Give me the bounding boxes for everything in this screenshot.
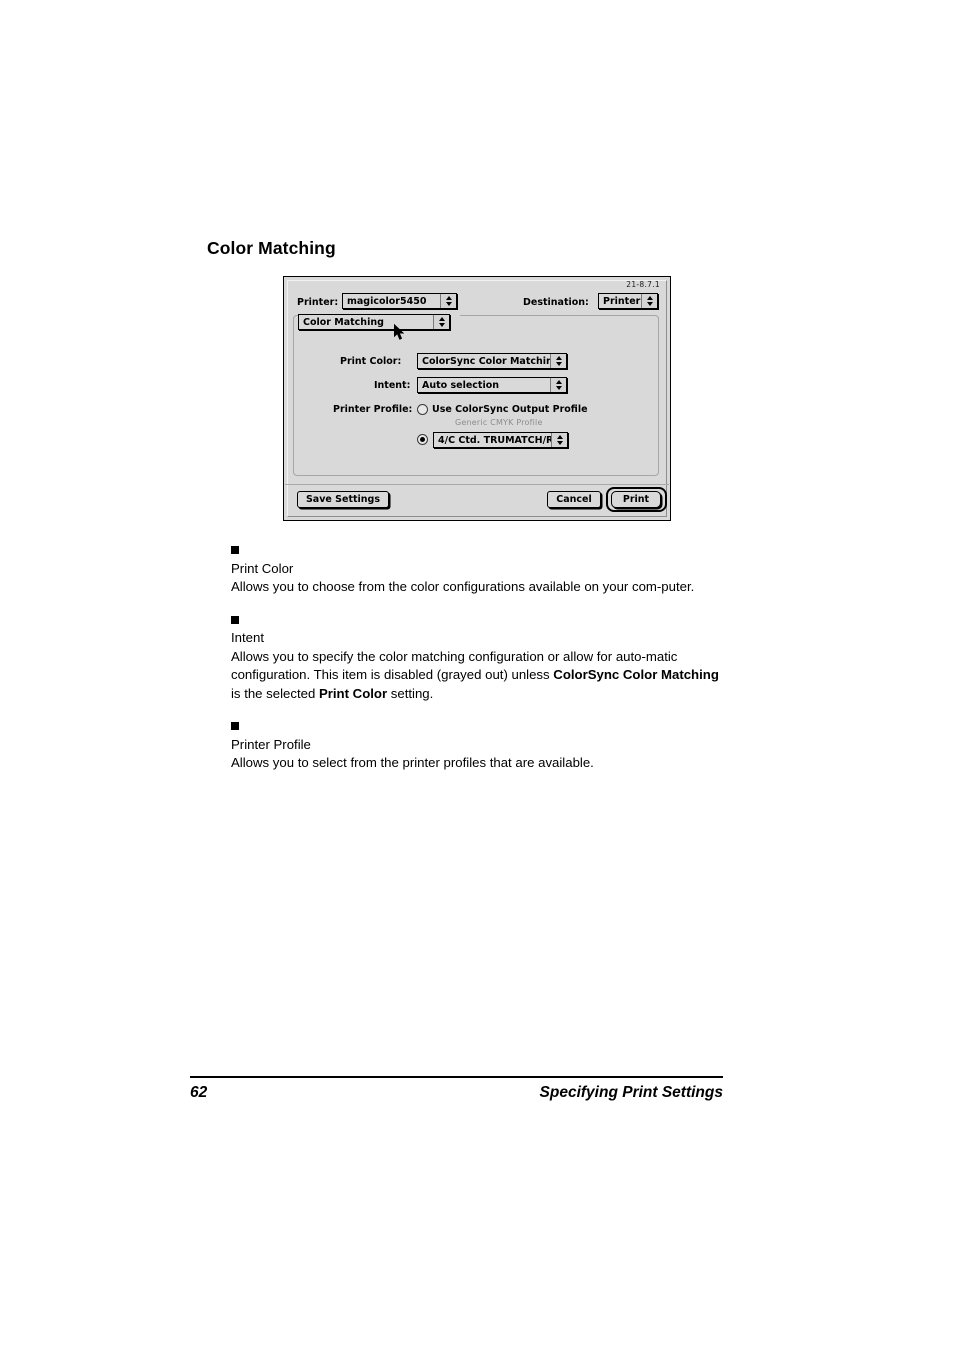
list-item: Intent Allows you to specify the color m… [231,611,731,704]
dialog-version-label: 21-8.7.1 [626,280,660,289]
save-settings-button[interactable]: Save Settings [297,491,389,508]
printer-popup-value: magicolor5450 [347,295,427,307]
description-list: Print Color Allows you to choose from th… [231,541,731,773]
print-color-label: Print Color: [340,356,402,367]
printer-profile-value: 4/C Ctd. TRUMATCH/RIT... [438,434,551,446]
mouse-pointer-icon [393,323,406,342]
page-title: Color Matching [207,238,336,258]
chevron-updown-icon [551,433,567,447]
footer-page-number: 62 [190,1084,208,1101]
list-item-description: Allows you to choose from the color conf… [231,579,695,594]
intent-label: Intent: [374,380,411,391]
list-item-title: Print Color [231,560,294,576]
printer-profile-label: Printer Profile: [333,404,413,415]
chevron-updown-icon [641,294,657,308]
print-button[interactable]: Print [611,491,661,508]
intent-popup[interactable]: Auto selection [417,377,567,393]
printer-profile-popup[interactable]: 4/C Ctd. TRUMATCH/RIT... [433,432,568,448]
chevron-updown-icon [433,315,449,329]
list-item-description: Allows you to select from the printer pr… [231,755,594,770]
chevron-updown-icon [440,294,456,308]
square-bullet-icon [231,722,239,730]
list-item: Printer Profile Allows you to select fro… [231,717,731,773]
destination-popup-value: Printer [603,295,641,307]
radio-use-colorsync-output-profile[interactable] [417,404,428,415]
square-bullet-icon [231,615,239,624]
print-color-value: ColorSync Color Matching [422,355,550,367]
destination-popup[interactable]: Printer [598,293,658,309]
print-dialog: 21-8.7.1 Printer: magicolor5450 Destinat… [283,276,671,521]
dialog-separator [285,484,669,485]
list-item-title: Printer Profile [231,736,311,752]
chevron-updown-icon [550,354,566,368]
printer-label: Printer: [297,297,339,308]
footer-section-title: Specifying Print Settings [539,1084,723,1101]
square-bullet-icon [231,546,239,554]
radio-custom-printer-profile[interactable] [417,434,428,445]
chevron-updown-icon [550,378,566,392]
list-item-title: Intent [231,630,264,645]
pane-selector-value: Color Matching [303,316,384,328]
footer-divider [190,1076,723,1078]
printer-popup[interactable]: magicolor5450 [342,293,457,309]
print-color-popup[interactable]: ColorSync Color Matching [417,353,567,369]
intent-value: Auto selection [422,379,500,391]
settings-pane-frame [293,315,659,476]
destination-label: Destination: [523,297,589,308]
pane-selector-popup[interactable]: Color Matching [298,314,450,330]
cancel-button[interactable]: Cancel [547,491,601,508]
generic-cmyk-profile-label: Generic CMYK Profile [455,418,543,427]
list-item: Print Color Allows you to choose from th… [231,541,731,597]
list-item-description: Allows you to specify the color matching… [231,648,719,701]
use-colorsync-output-profile-label: Use ColorSync Output Profile [432,404,588,415]
